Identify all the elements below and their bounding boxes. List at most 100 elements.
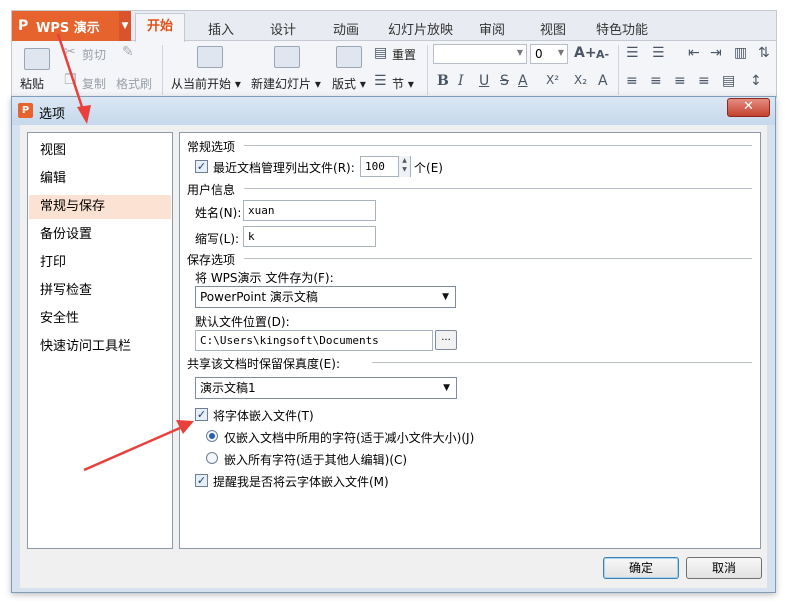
font-color-icon[interactable]: A — [518, 73, 528, 89]
wps-logo-icon: P — [18, 18, 29, 34]
initials-label: 缩写(L): — [195, 232, 240, 246]
new-slide-icon — [274, 46, 300, 68]
grow-font-icon[interactable]: A+ — [574, 45, 597, 61]
format-painter-icon: ✎ — [122, 44, 134, 60]
subscript-icon[interactable]: X₂ — [574, 73, 587, 87]
embed-all-chars-radio[interactable] — [206, 452, 218, 464]
new-slide-label: 新建幻灯片 — [251, 77, 312, 91]
bullet-list-icon[interactable]: ☰ — [626, 45, 639, 61]
increase-indent-icon[interactable]: ⇥ — [710, 45, 722, 61]
recent-files-unit-text: 个 — [414, 161, 427, 175]
nav-item-backup[interactable]: 备份设置 — [29, 223, 171, 247]
ok-button[interactable]: 确定 — [603, 557, 679, 579]
tab-animation[interactable]: 动画 — [333, 19, 359, 38]
app-menu-button[interactable]: P WPS 演示 — [12, 11, 119, 41]
recent-files-label: 最近文档管理列出文件(R): — [213, 159, 355, 176]
recent-files-unit: 个(E) — [414, 159, 443, 176]
columns-icon[interactable]: ▥ — [734, 45, 747, 61]
copy-icon: ❐ — [64, 72, 77, 88]
embed-fonts-checkbox[interactable]: ✓ — [195, 408, 208, 421]
copy-button[interactable]: 复制 — [82, 75, 106, 92]
cloud-fonts-label: 提醒我是否将云字体嵌入文件(M) — [213, 475, 389, 489]
sort-icon[interactable]: ⇅ — [758, 45, 770, 61]
default-location-input[interactable]: C:\Users\kingsoft\Documents — [195, 330, 433, 351]
font-name-select[interactable]: ▼ — [433, 44, 527, 64]
ribbon-tab-bar: P WPS 演示 ▼ 开始 插入 设计 动画 幻灯片放映 审阅 视图 特色功能 — [12, 11, 776, 42]
new-slide-button[interactable]: 新建幻灯片 ▾ — [251, 75, 321, 92]
recent-files-unit-key: (E) — [426, 161, 443, 175]
align-center-icon[interactable]: ≡ — [650, 73, 662, 89]
nav-item-print[interactable]: 打印 — [29, 251, 171, 275]
tab-design[interactable]: 设计 — [270, 19, 296, 38]
recent-files-checkbox[interactable]: ✓ — [195, 160, 208, 173]
save-as-format-select[interactable]: PowerPoint 演示文稿 ▼ — [195, 286, 456, 308]
save-as-label: 将 WPS演示 文件存为(F): — [195, 271, 334, 285]
line-spacing-icon[interactable]: ↕ — [750, 73, 762, 89]
format-painter-button[interactable]: 格式刷 — [116, 75, 152, 92]
font-size-select[interactable]: 0 ▼ — [530, 44, 568, 64]
section-divider — [244, 188, 752, 189]
bold-icon[interactable]: B — [437, 73, 449, 89]
shrink-font-icon[interactable]: A- — [596, 48, 609, 61]
underline-icon[interactable]: U — [479, 73, 489, 89]
nav-item-view[interactable]: 视图 — [29, 139, 171, 163]
embed-all-chars-label: 嵌入所有字符(适于其他人编辑)(C) — [224, 453, 408, 467]
italic-icon[interactable]: I — [458, 73, 464, 89]
nav-item-general-save[interactable]: 常规与保存 — [29, 195, 171, 219]
default-location-value: C:\Users\kingsoft\Documents — [200, 334, 379, 347]
section-divider — [244, 258, 752, 259]
embed-used-chars-radio[interactable] — [206, 430, 218, 442]
strikethrough-icon[interactable]: S — [500, 73, 509, 89]
browse-button[interactable]: ... — [435, 330, 457, 350]
tab-view[interactable]: 视图 — [540, 19, 566, 38]
tab-insert[interactable]: 插入 — [208, 19, 234, 38]
distribute-icon[interactable]: ▤ — [722, 73, 735, 89]
justify-icon[interactable]: ≡ — [698, 73, 710, 89]
nav-item-edit[interactable]: 编辑 — [29, 167, 171, 191]
tab-start[interactable]: 开始 — [135, 13, 186, 42]
close-button[interactable]: ✕ — [727, 98, 770, 117]
decrease-indent-icon[interactable]: ⇤ — [688, 45, 700, 61]
default-location-label: 默认文件位置(D): — [195, 315, 290, 329]
user-name-input[interactable]: xuan — [243, 200, 376, 221]
paste-icon[interactable] — [24, 48, 50, 70]
fidelity-document-select[interactable]: 演示文稿1 ▼ — [195, 377, 457, 399]
save-as-format-value: PowerPoint 演示文稿 — [200, 290, 318, 304]
recent-files-spinner[interactable]: ▲ ▼ — [398, 156, 410, 177]
section-divider — [372, 362, 752, 363]
dialog-body: 视图 编辑 常规与保存 备份设置 打印 拼写检查 安全性 快速访问工具栏 常规选… — [20, 125, 767, 588]
nav-item-security[interactable]: 安全性 — [29, 307, 171, 331]
layout-button[interactable]: 版式 ▾ — [332, 75, 366, 92]
layout-label: 版式 — [332, 77, 357, 91]
section-icon: ☰ — [374, 73, 387, 89]
clear-format-icon[interactable]: A — [598, 73, 608, 89]
nav-item-quick-access-toolbar[interactable]: 快速访问工具栏 — [29, 335, 171, 359]
paste-button[interactable]: 粘贴 — [20, 75, 44, 92]
numbered-list-icon[interactable]: ☰ — [652, 45, 665, 61]
align-right-icon[interactable]: ≡ — [674, 73, 686, 89]
embed-used-chars-label: 仅嵌入文档中所用的字符(适于减小文件大小)(J) — [224, 431, 475, 445]
chevron-down-icon: ▼ — [443, 383, 450, 393]
section-button[interactable]: 节 ▾ — [392, 75, 414, 92]
nav-item-spellcheck[interactable]: 拼写检查 — [29, 279, 171, 303]
fidelity-document-value: 演示文稿1 — [200, 381, 256, 395]
cancel-button[interactable]: 取消 — [686, 557, 762, 579]
section-heading-user: 用户信息 — [187, 183, 236, 197]
reset-button[interactable]: 重置 — [392, 46, 416, 63]
superscript-icon[interactable]: X² — [546, 73, 559, 87]
dialog-title-bar[interactable]: P 选项 ✕ — [12, 97, 775, 125]
tab-review[interactable]: 审阅 — [479, 19, 505, 38]
tab-slideshow[interactable]: 幻灯片放映 — [388, 19, 453, 38]
recent-files-key: (R): — [333, 161, 355, 175]
tab-special-features[interactable]: 特色功能 — [596, 19, 648, 38]
general-save-panel: 常规选项 ✓ 最近文档管理列出文件(R): 100 ▲ ▼ 个(E) 用户信息 姓… — [179, 132, 761, 549]
cut-button[interactable]: 剪切 — [82, 46, 106, 63]
app-menu-dropdown-icon[interactable]: ▼ — [119, 11, 131, 41]
wps-app-icon: P — [18, 103, 33, 118]
reset-icon: ▤ — [374, 45, 388, 61]
play-from-current-button[interactable]: 从当前开始 ▾ — [171, 75, 241, 92]
initials-value: k — [248, 230, 255, 243]
align-left-icon[interactable]: ≡ — [626, 73, 638, 89]
cloud-fonts-checkbox[interactable]: ✓ — [195, 474, 208, 487]
initials-input[interactable]: k — [243, 226, 376, 247]
